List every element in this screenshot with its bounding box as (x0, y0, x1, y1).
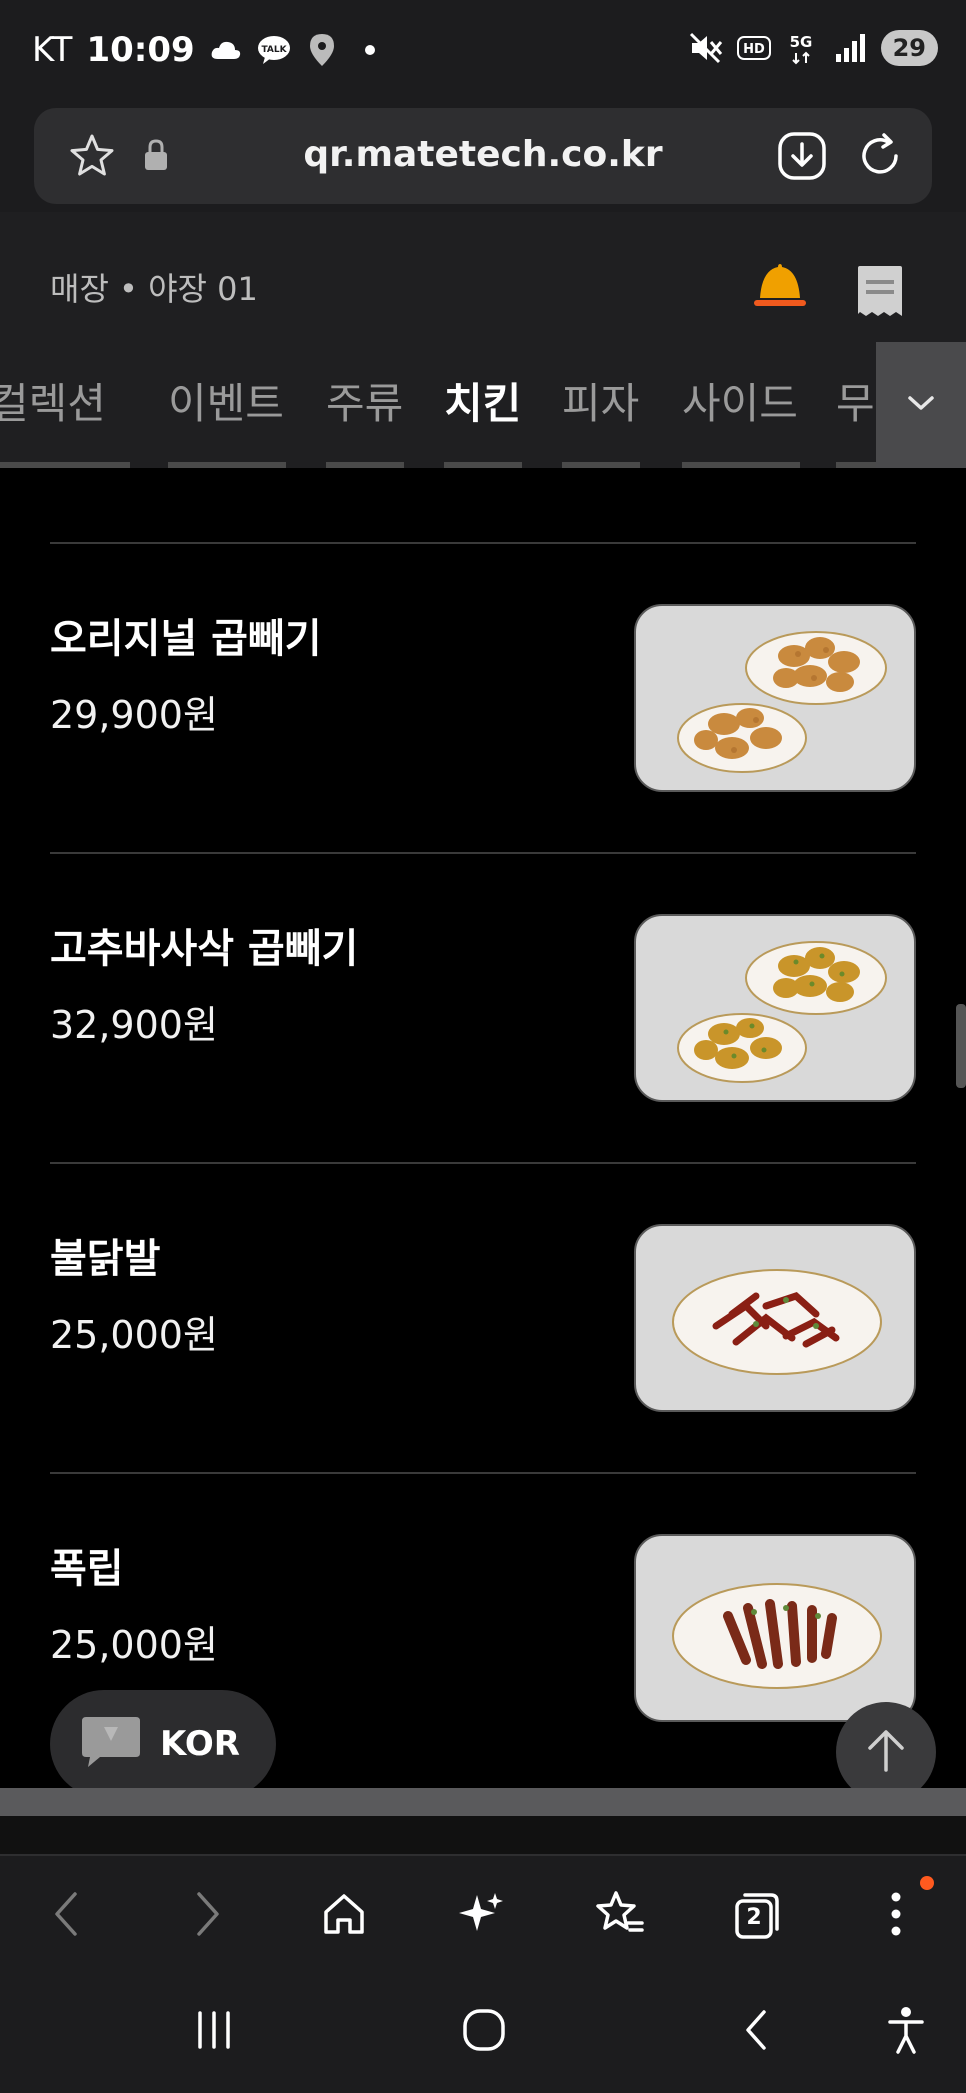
ai-sparkle-button[interactable] (452, 1886, 512, 1946)
home-button[interactable] (314, 1886, 374, 1946)
menu-item-name: 폭립 (50, 1546, 124, 1592)
menu-item[interactable]: 불닭발 25,000원 (0, 1164, 966, 1474)
tabs-expand-button[interactable] (876, 342, 966, 468)
home-nav-button[interactable] (454, 2002, 514, 2062)
status-bar: KT 10:09 TALK HD 5G 29 (0, 0, 966, 108)
browser-address-area: qr.matetech.co.kr (0, 108, 966, 212)
spicy-chicken-feet-photo (634, 1224, 916, 1412)
chevron-right-icon (193, 1890, 223, 1942)
store-table-label: 매장 • 야장 01 (50, 270, 258, 308)
status-right: HD 5G 29 (689, 30, 938, 66)
notification-dot (920, 1876, 934, 1890)
star-list-icon (594, 1889, 646, 1943)
scroll-to-top-button[interactable] (836, 1702, 936, 1802)
horizontal-scrollbar (0, 1788, 966, 1816)
svg-text:HD: HD (743, 42, 765, 57)
tab-event[interactable]: 이벤트 (168, 370, 284, 431)
sparkle-icon (457, 1889, 507, 1943)
cloud-icon (209, 33, 243, 67)
translate-chat-icon (80, 1715, 142, 1773)
reload-icon[interactable] (854, 130, 906, 186)
fried-chicken-drumsticks-photo (634, 604, 916, 792)
mute-icon (689, 31, 723, 65)
tab-collection[interactable]: 컬렉션 (0, 370, 106, 431)
carrier-label: KT (32, 30, 73, 70)
tabs-icon: 2 (731, 1891, 781, 1941)
signal-icon (833, 31, 867, 65)
menu-list: 오리지널 곱빼기 29,900원 고추바사삭 곱빼기 32,900원 불닭발 2… (0, 468, 966, 1788)
menu-item-price: 32,900원 (50, 1003, 218, 1047)
receipt-icon[interactable] (856, 264, 904, 324)
pepper-chicken-drumsticks-photo (634, 914, 916, 1102)
menu-item-name: 고추바사삭 곱빼기 (50, 926, 359, 972)
status-left: KT 10:09 TALK (32, 30, 387, 70)
forward-button[interactable] (178, 1886, 238, 1946)
menu-item[interactable]: 고추바사삭 곱빼기 32,900원 (0, 854, 966, 1164)
location-icon (305, 33, 339, 67)
home-circle-icon (462, 2008, 506, 2056)
accessibility-button[interactable] (876, 2002, 936, 2062)
download-icon[interactable] (776, 130, 828, 186)
more-vertical-icon (890, 1891, 902, 1941)
hd-icon: HD (736, 31, 771, 65)
talk-icon: TALK (257, 33, 291, 67)
page-bottom-spacer (0, 1816, 966, 1854)
tabs-button[interactable]: 2 (726, 1886, 786, 1946)
arrow-up-icon (864, 1726, 908, 1778)
tab-pizza[interactable]: 피자 (562, 370, 639, 431)
back-button[interactable] (36, 1886, 96, 1946)
recent-apps-icon (194, 2011, 234, 2053)
pork-ribs-photo (634, 1534, 916, 1722)
svg-text:5G: 5G (789, 33, 812, 51)
menu-item-price: 29,900원 (50, 693, 218, 737)
network-5g-icon: 5G (785, 31, 819, 65)
menu-item-name: 불닭발 (50, 1236, 161, 1282)
browser-toolbar: 2 (0, 1854, 966, 1974)
tab-liquor[interactable]: 주류 (326, 370, 403, 431)
store-header: 매장 • 야장 01 (0, 212, 966, 342)
menu-item-price: 25,000원 (50, 1313, 218, 1357)
bookmarks-button[interactable] (590, 1886, 650, 1946)
clock: 10:09 (86, 30, 195, 70)
category-tabs: 컬렉션 이벤트 주류 치킨 피자 사이드 무 (0, 342, 966, 468)
call-staff-bell-icon[interactable] (752, 260, 808, 316)
language-label: KOR (160, 1724, 240, 1764)
chevron-left-icon (742, 2008, 770, 2056)
tabs-count: 2 (746, 1905, 762, 1930)
page-scroll-indicator[interactable] (956, 1004, 966, 1088)
battery-indicator: 29 (880, 30, 938, 66)
back-nav-button[interactable] (726, 2002, 786, 2062)
recent-apps-button[interactable] (184, 2002, 244, 2062)
tab-more-partial[interactable]: 무 (836, 370, 875, 431)
tab-side[interactable]: 사이드 (682, 370, 798, 431)
more-menu-button[interactable] (866, 1886, 926, 1946)
menu-item-price: 25,000원 (50, 1623, 218, 1667)
chevron-down-icon (906, 393, 936, 417)
home-icon (320, 1890, 368, 1942)
svg-text:TALK: TALK (261, 45, 287, 55)
menu-item[interactable]: 오리지널 곱빼기 29,900원 (0, 544, 966, 854)
chevron-left-icon (51, 1890, 81, 1942)
dot-icon (353, 33, 387, 67)
menu-item-name: 오리지널 곱빼기 (50, 616, 322, 662)
accessibility-icon (886, 2006, 926, 2058)
language-button[interactable]: KOR (50, 1690, 276, 1798)
system-navigation-bar (0, 1974, 966, 2093)
address-bar[interactable]: qr.matetech.co.kr (34, 108, 932, 204)
tab-chicken[interactable]: 치킨 (444, 370, 521, 431)
